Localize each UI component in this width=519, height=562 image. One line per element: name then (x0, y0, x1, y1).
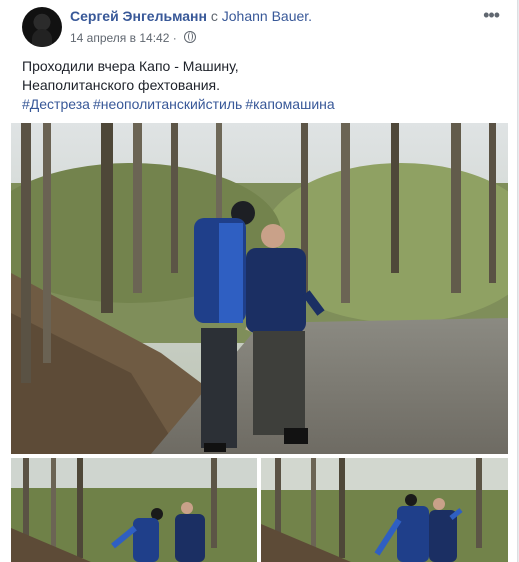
hashtag-link[interactable]: #Дестреза (22, 96, 90, 112)
post-header: Сергей Энгельманн с Johann Bauer. 14 апр… (22, 6, 507, 51)
author-line: Сергей Энгельманн с Johann Bauer. (70, 8, 312, 24)
globe-icon[interactable] (184, 31, 197, 43)
post-photo-thumb[interactable] (11, 458, 257, 562)
post-meta: 14 апреля в 14:42 · (70, 31, 197, 45)
hashtag-list: #Дестреза #неополитанскийстиль #капомашина (22, 95, 497, 114)
photo-scene (11, 458, 257, 562)
post-text-line: Проходили вчера Капо - Машину, (22, 58, 239, 74)
post-date-link[interactable]: 14 апреля в 14:42 (70, 31, 169, 45)
hashtag-link[interactable]: #неополитанскийстиль (93, 96, 242, 112)
post-text: Проходили вчера Капо - Машину, Неаполита… (22, 57, 497, 114)
author-avatar[interactable] (22, 7, 62, 47)
photo-scene (11, 123, 508, 454)
post-photo-thumb[interactable] (261, 458, 508, 562)
post-card: Сергей Энгельманн с Johann Bauer. 14 апр… (0, 0, 518, 562)
author-name-link[interactable]: Сергей Энгельманн (70, 8, 207, 24)
post-photo-main[interactable] (11, 123, 508, 454)
with-text: с (210, 8, 218, 24)
tagged-friend-link[interactable]: Johann Bauer. (222, 8, 312, 24)
more-options-icon[interactable]: ••• (483, 6, 500, 24)
hashtag-link[interactable]: #капомашина (245, 96, 334, 112)
post-text-line: Неаполитанского фехтования. (22, 77, 221, 93)
meta-separator: · (172, 31, 177, 45)
photo-scene (261, 458, 508, 562)
